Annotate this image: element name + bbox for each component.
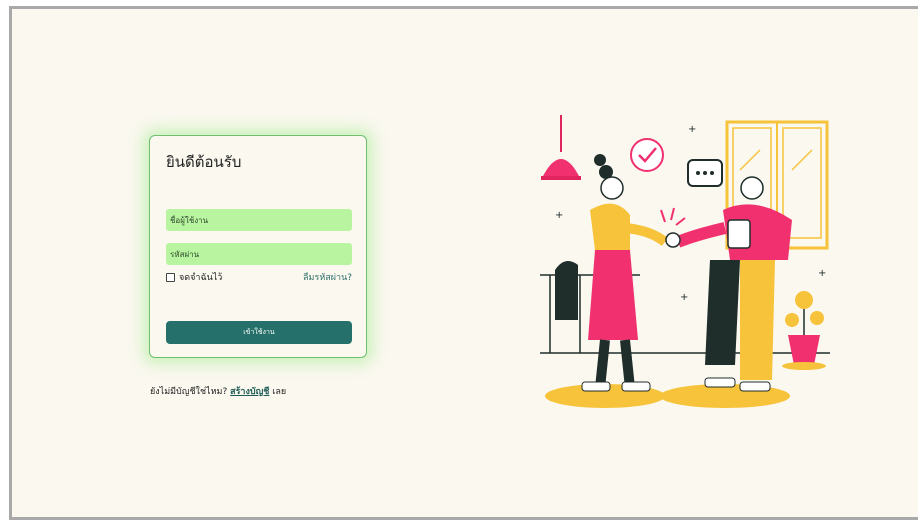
handshake-illustration: + + + + [540, 115, 830, 408]
password-input[interactable] [166, 243, 352, 265]
svg-text:+: + [818, 268, 826, 279]
man-figure [675, 176, 792, 392]
login-button[interactable]: เข้าใช้งาน [166, 321, 352, 344]
remember-me[interactable]: จดจำฉันไว้ [166, 270, 222, 284]
svg-text:+: + [555, 210, 563, 221]
check-bubble-icon [630, 138, 664, 172]
plant-icon [782, 291, 826, 370]
lamp-icon [541, 115, 581, 180]
svg-text:+: + [680, 292, 688, 303]
remember-checkbox[interactable] [166, 272, 175, 282]
svg-text:+: + [688, 124, 696, 135]
create-account-link[interactable]: สร้างบัญชี [230, 387, 269, 397]
chat-bubble-icon [687, 159, 723, 187]
forgot-password-link[interactable]: ลืมรหัสผ่าน? [303, 270, 352, 284]
signup-prompt: ยังไม่มีบัญชีใช่ไหม? สร้างบัญชี เลย [150, 384, 286, 398]
remember-label: จดจำฉันไว้ [179, 273, 223, 283]
username-input[interactable] [166, 209, 352, 231]
woman-figure [581, 154, 669, 392]
signup-suffix: เลย [272, 387, 287, 397]
signup-prompt-text: ยังไม่มีบัญชีใช่ไหม? [150, 387, 228, 397]
page-title: ยินดีต้อนรับ [166, 153, 242, 171]
